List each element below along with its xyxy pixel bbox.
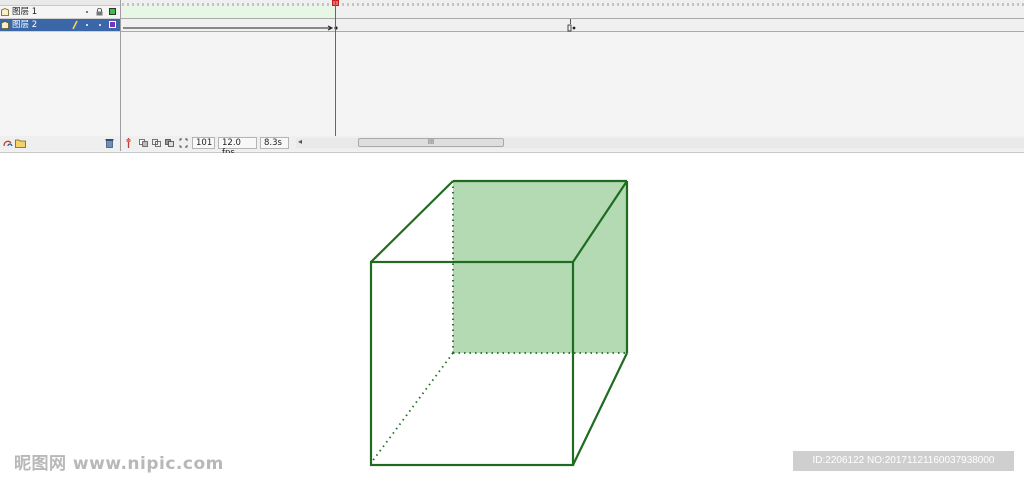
lock-dot[interactable] xyxy=(99,24,101,26)
pencil-icon xyxy=(72,20,78,30)
layers-pane: 图层 1 图层 2 xyxy=(0,0,121,136)
frames-pane xyxy=(121,0,1024,136)
modify-onion-markers-icon[interactable] xyxy=(179,138,188,148)
center-frame-icon[interactable] xyxy=(124,138,133,148)
keyframe-marker-top xyxy=(570,19,571,24)
frames-toolbar: 101 12.0 fps 8.3s ◂ III xyxy=(121,136,1024,158)
edit-multiple-frames-icon[interactable] xyxy=(165,138,174,148)
layer-outline-color-box[interactable] xyxy=(109,8,116,15)
cube-drawing[interactable] xyxy=(0,153,1024,481)
layer-name: 图层 1 xyxy=(12,7,38,17)
trash-icon[interactable] xyxy=(105,138,114,148)
tween-span[interactable] xyxy=(123,6,335,18)
add-motion-guide-icon[interactable] xyxy=(3,138,13,148)
frame-rate-field[interactable]: 12.0 fps xyxy=(218,137,257,158)
visibility-dot[interactable] xyxy=(86,11,88,13)
stage[interactable] xyxy=(0,153,1024,481)
frame-row-layer-1[interactable] xyxy=(121,6,1024,19)
scroll-grip: III xyxy=(427,138,435,146)
layer-name: 图层 2 xyxy=(12,20,38,30)
visibility-dot[interactable] xyxy=(86,24,88,26)
current-frame-field: 101 xyxy=(192,137,215,149)
playhead[interactable] xyxy=(335,0,336,136)
layer-page-icon xyxy=(1,21,9,29)
onion-skin-icon[interactable] xyxy=(139,138,148,148)
layer-page-icon xyxy=(1,8,9,16)
frame-row-layer-2[interactable] xyxy=(121,19,1024,32)
scrollbar-thumb[interactable]: III xyxy=(358,138,504,147)
elapsed-time-field: 8.3s xyxy=(260,137,289,149)
scroll-left-arrow[interactable]: ◂ xyxy=(298,137,302,146)
timeline-panel: 图层 1 图层 2 101 12.0 8.3s ◂ III xyxy=(0,0,1024,158)
horizontal-scrollbar[interactable]: ◂ III xyxy=(296,137,1024,148)
lock-icon[interactable] xyxy=(96,8,103,16)
shaded-back-face[interactable] xyxy=(453,181,627,353)
tween-arrow xyxy=(123,24,576,32)
watermark-logo-text: 昵图网 www.nipic.com xyxy=(14,454,224,474)
layer-row-1[interactable]: 图层 1 xyxy=(0,6,120,19)
layer-outline-color-box[interactable] xyxy=(109,21,116,28)
layers-toolbar xyxy=(0,136,121,151)
onion-skin-outlines-icon[interactable] xyxy=(152,138,161,148)
insert-folder-icon[interactable] xyxy=(15,138,26,148)
layer-row-2[interactable]: 图层 2 xyxy=(0,19,120,32)
watermark-id-badge: ID:2206122 NO:20171121160037938000 xyxy=(793,451,1014,471)
